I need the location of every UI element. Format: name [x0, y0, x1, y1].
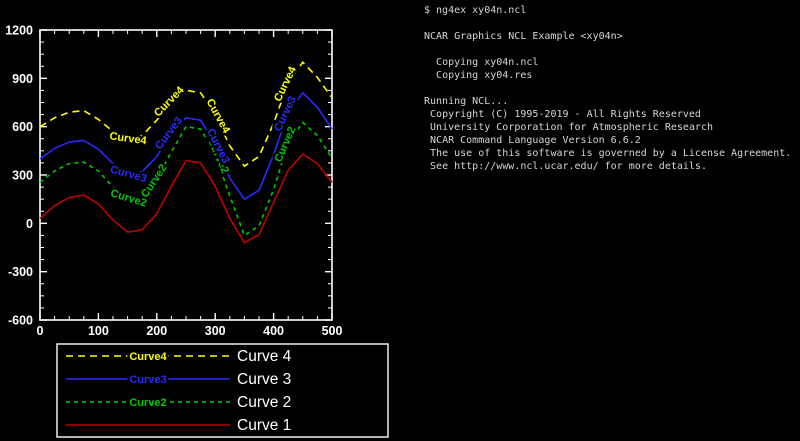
curve-inline-label: Curve4	[152, 84, 187, 120]
legend-label: Curve 2	[237, 394, 291, 411]
y-tick-label: 900	[12, 72, 33, 86]
xy-plot-svg: 0 100 200 300 400 500 -600 -300 0 300 600 900 1200 Cu…	[0, 0, 420, 441]
x-tick-label: 500	[322, 324, 343, 338]
legend-sample-label: Curve2	[129, 397, 166, 409]
curve-curve-1	[40, 154, 332, 243]
terminal-output: $ ng4ex xy04n.ncl NCAR Graphics NCL Exam…	[424, 4, 798, 173]
curve-inline-labels: Curve2Curve2Curve2Curve2Curve3Curve3Curv…	[109, 64, 300, 210]
y-tick-label: 0	[26, 217, 33, 231]
legend-sample-label: Curve3	[129, 374, 166, 386]
y-tick-label: 1200	[5, 24, 33, 38]
legend-label: Curve 3	[237, 371, 291, 388]
legend-label: Curve 1	[237, 417, 291, 434]
y-tick-label: -600	[8, 314, 33, 328]
curve-inline-label: Curve3	[109, 164, 148, 185]
x-tick-label: 300	[205, 324, 226, 338]
y-tick-label: -300	[8, 265, 33, 279]
curve-inline-label: Curve3	[153, 115, 185, 152]
terminal-panel[interactable]: $ ng4ex xy04n.ncl NCAR Graphics NCL Exam…	[424, 4, 798, 437]
ncl-graphics-window: 0 100 200 300 400 500 -600 -300 0 300 600 900 1200 Cu…	[0, 0, 420, 441]
x-tick-label: 0	[37, 324, 44, 338]
plot-legend: Curve4 Curve 4 Curve3 Curve 3 Curve2 Curve 2 C…	[57, 344, 388, 437]
y-tick-label: 600	[12, 120, 33, 134]
curve-inline-label: Curve4	[109, 130, 148, 147]
y-tick-label: 300	[12, 169, 33, 183]
screen: 0 100 200 300 400 500 -600 -300 0 300 600 900 1200 Cu…	[0, 0, 800, 441]
legend-label: Curve 4	[237, 348, 292, 365]
curve-inline-label: Curve4	[272, 64, 299, 104]
x-tick-label: 400	[263, 324, 284, 338]
x-tick-label: 100	[88, 324, 109, 338]
x-tick-label: 200	[146, 324, 167, 338]
legend-sample-label: Curve4	[129, 351, 167, 363]
